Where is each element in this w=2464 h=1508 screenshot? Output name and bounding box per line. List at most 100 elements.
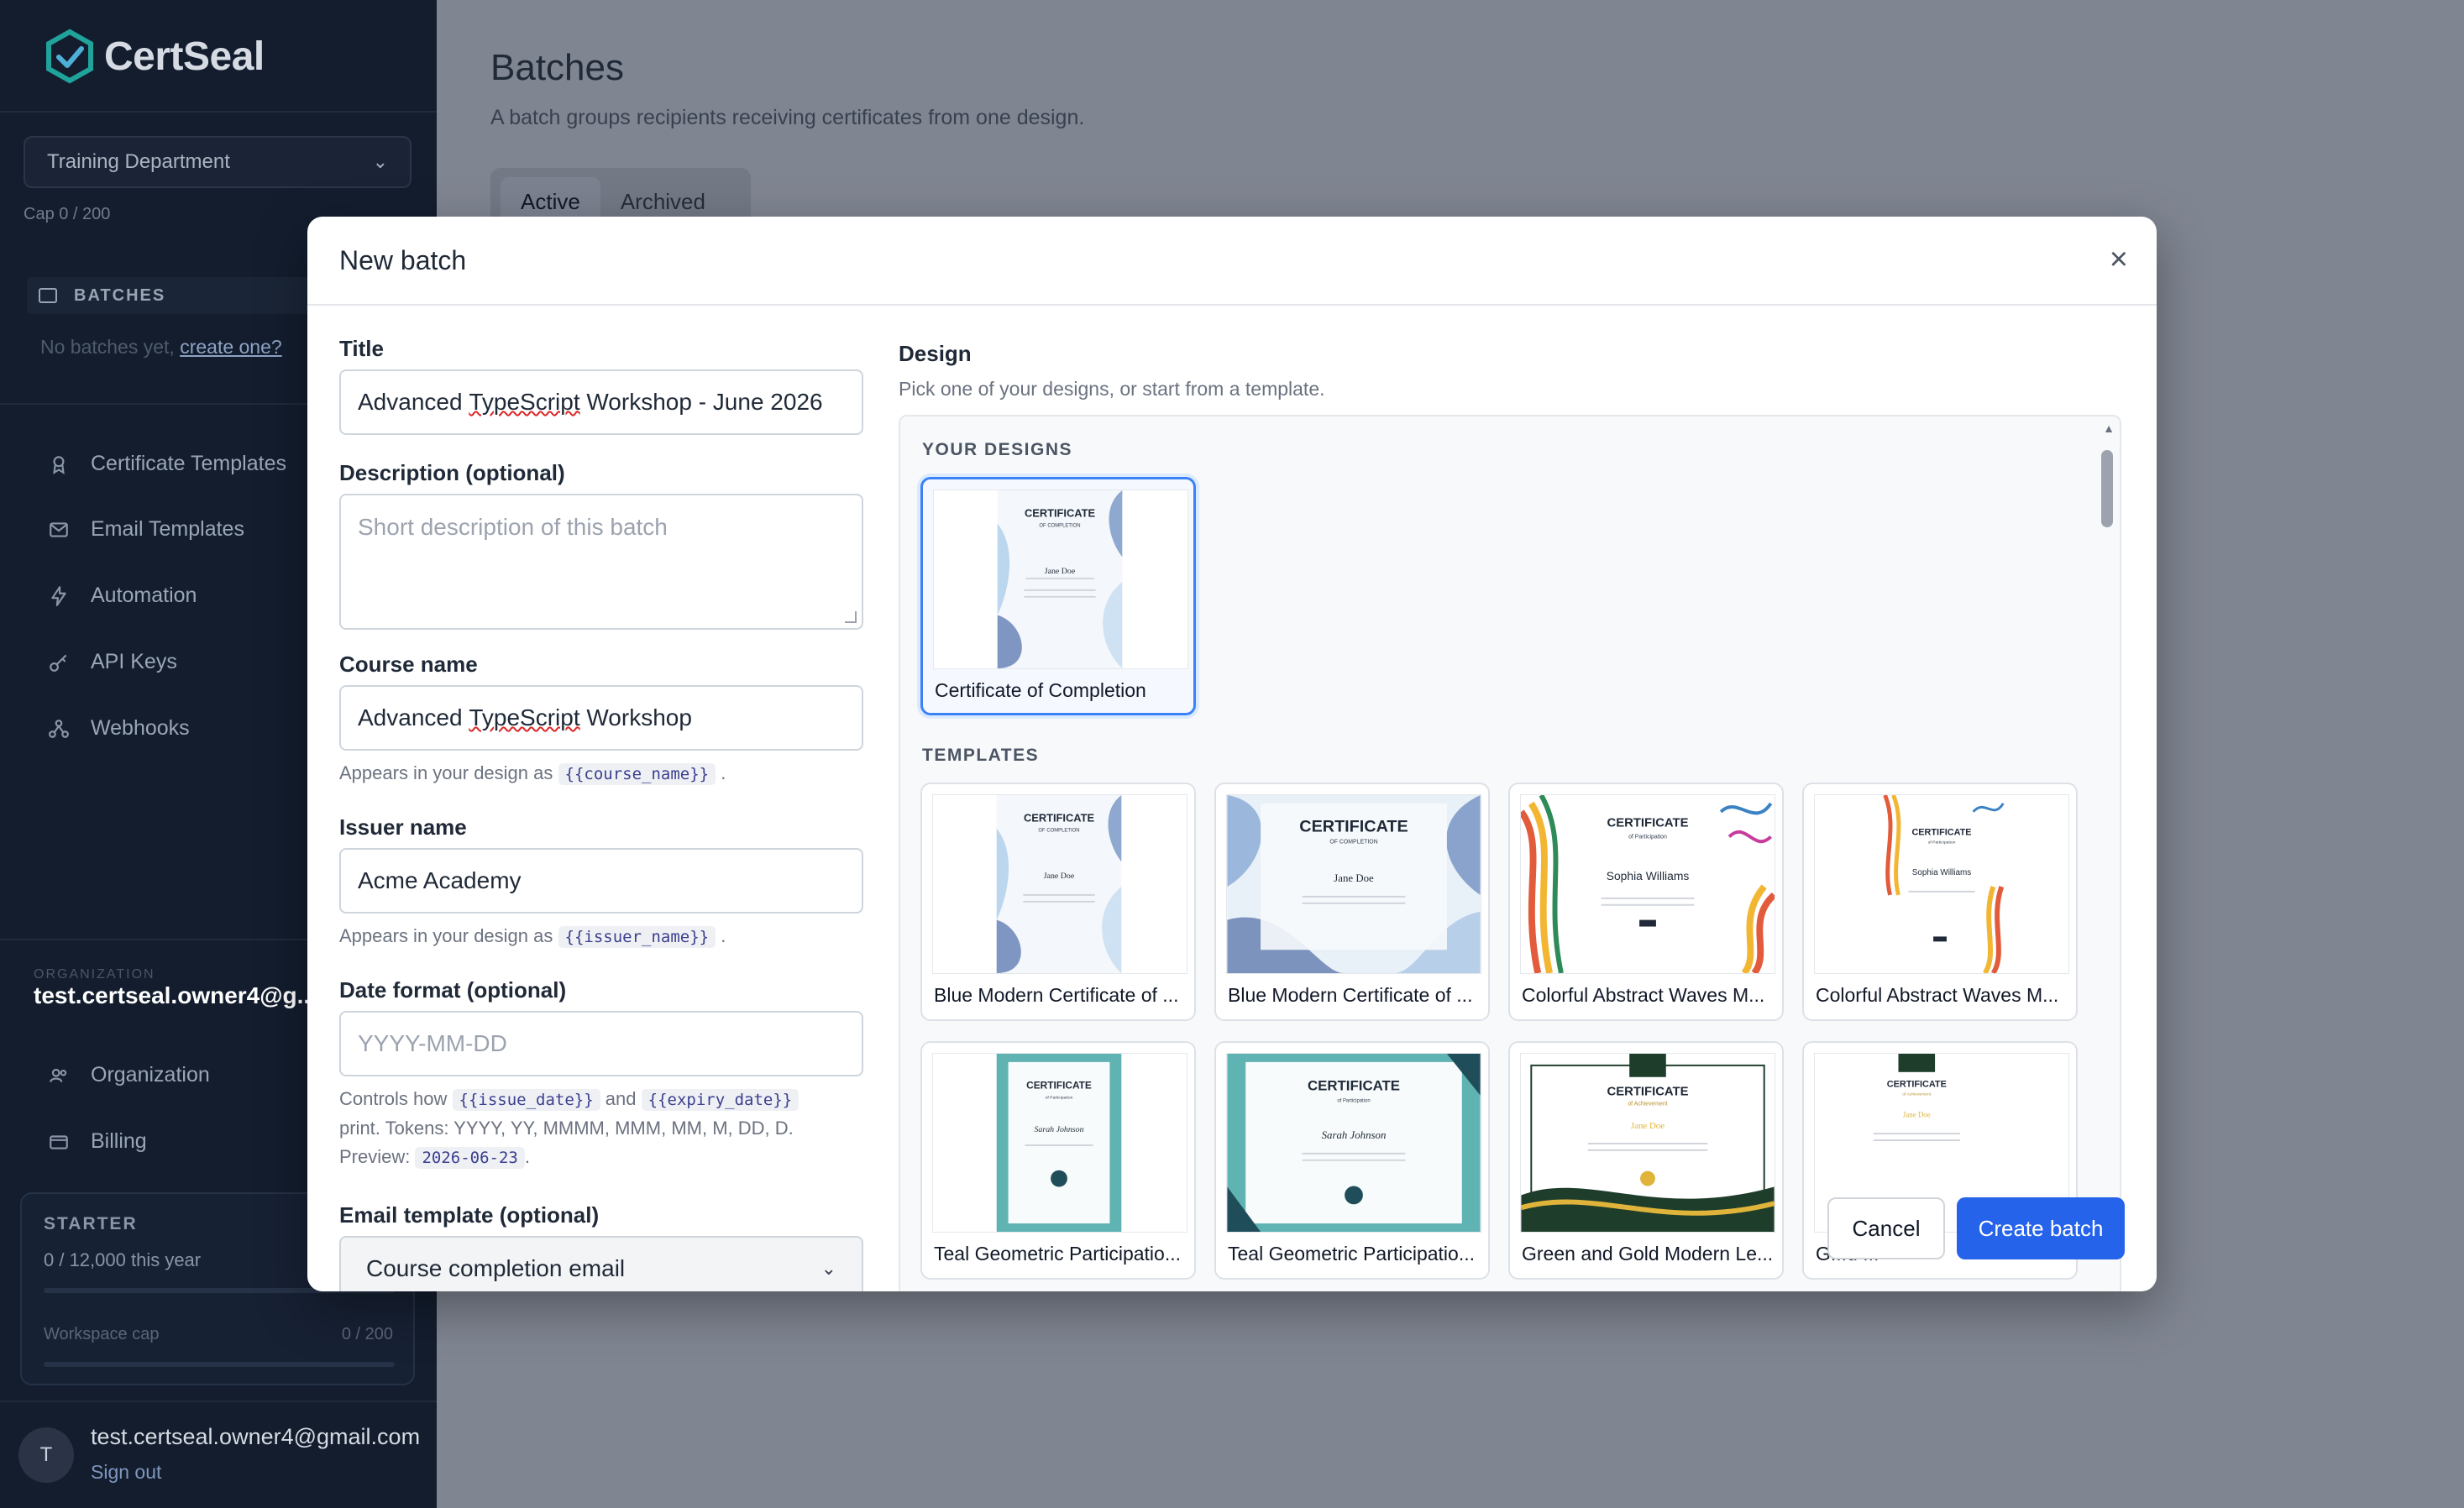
plan-name: STARTER: [44, 1214, 138, 1233]
cancel-button[interactable]: Cancel: [1827, 1197, 1945, 1259]
nav-billing[interactable]: Billing: [47, 1129, 147, 1154]
workspace-cap-text: Cap 0 / 200: [24, 205, 111, 223]
design-card-name: Certificate of Completion: [935, 679, 1146, 701]
thumb-name: Jane Doe: [1334, 872, 1374, 884]
design-scroll-panel[interactable]: YOUR DESIGNS CERTIFICATE OF COMPLETION J…: [899, 415, 2121, 1291]
help-text: Appears in your design as: [339, 762, 553, 783]
date-format-input[interactable]: YYYY-MM-DD: [339, 1011, 863, 1076]
users-icon: [47, 1064, 71, 1087]
shield-check-icon: [46, 29, 93, 84]
workspace-cap-value: 0 / 200: [341, 1325, 393, 1343]
title-value-misspelled: TypeScript: [469, 389, 580, 415]
certificate-thumbnail: CERTIFICATE of Participation Sophia Will…: [1814, 794, 2069, 974]
course-token: {{course_name}}: [558, 763, 716, 785]
template-card[interactable]: CERTIFICATE of Participation Sarah Johns…: [920, 1041, 1196, 1280]
user-email: test.certseal.owner4@gmail.com: [91, 1424, 421, 1449]
scrollbar-thumb[interactable]: [2101, 450, 2113, 527]
date-format-label: Date format (optional): [339, 977, 567, 1003]
expiry-date-token: {{expiry_date}}: [641, 1089, 799, 1111]
nav-api-keys[interactable]: API Keys: [47, 650, 177, 674]
avatar[interactable]: T: [18, 1427, 74, 1483]
nav-webhooks[interactable]: Webhooks: [47, 716, 190, 741]
template-card-name: Blue Modern Certificate of ...: [934, 984, 1179, 1006]
certificate-thumbnail: CERTIFICATE of Participation Sarah Johns…: [932, 1053, 1187, 1233]
thumb-title: CERTIFICATE: [1911, 828, 1971, 838]
certificate-thumbnail: CERTIFICATE OF COMPLETION Jane Doe: [933, 490, 1188, 669]
certificate-thumbnail: CERTIFICATE of Achievement Jane Doe: [1520, 1053, 1775, 1233]
date-preview: 2026-06-23: [415, 1147, 525, 1169]
template-card-name: Teal Geometric Participatio...: [934, 1243, 1182, 1265]
card-icon: [47, 1130, 71, 1154]
certificate-thumbnail: CERTIFICATE OF COMPLETION Jane Doe: [932, 794, 1187, 974]
template-card[interactable]: CERTIFICATE of Participation Sophia Will…: [1802, 783, 2078, 1021]
thumb-name: Jane Doe: [1903, 1110, 1931, 1118]
scroll-down-icon[interactable]: ▼: [2103, 1288, 2115, 1291]
nav-label: Organization: [91, 1063, 210, 1086]
brand-logo[interactable]: CertSeal: [42, 29, 265, 84]
thumb-title: CERTIFICATE: [1025, 507, 1095, 520]
mail-icon: [47, 518, 71, 542]
description-placeholder: Short description of this batch: [358, 514, 668, 540]
resize-handle-icon[interactable]: [845, 611, 857, 623]
template-card[interactable]: CERTIFICATE OF COMPLETION Jane Doe Blue …: [920, 783, 1196, 1021]
issuer-token: {{issuer_name}}: [558, 926, 716, 948]
department-select[interactable]: Training Department ⌄: [24, 136, 412, 188]
template-card-name: Teal Geometric Participatio...: [1228, 1243, 1476, 1265]
help-text: and: [605, 1088, 637, 1109]
no-batches-text: No batches yet,: [40, 336, 175, 358]
description-textarea[interactable]: Short description of this batch: [339, 494, 863, 630]
title-input[interactable]: Advanced TypeScript Workshop - June 2026: [339, 369, 863, 435]
design-title: Design: [899, 341, 972, 366]
create-batch-link[interactable]: create one?: [180, 336, 281, 358]
sign-out-link[interactable]: Sign out: [91, 1461, 161, 1484]
template-card[interactable]: CERTIFICATE OF COMPLETION Jane Doe Blue …: [1214, 783, 1490, 1021]
divider: [0, 111, 437, 113]
divider: [0, 1401, 437, 1402]
help-text: print. Tokens: YYYY, YY, MMMM, MMM, MM, …: [339, 1118, 794, 1139]
template-card[interactable]: CERTIFICATE of Participation Sarah Johns…: [1214, 1041, 1490, 1280]
thumb-subtitle: OF COMPLETION: [1039, 524, 1080, 529]
thumb-subtitle: of Participation: [1928, 840, 1956, 845]
create-batch-button[interactable]: Create batch: [1957, 1197, 2125, 1259]
thumb-name: Sophia Williams: [1912, 868, 1971, 877]
nav-automation[interactable]: Automation: [47, 584, 197, 608]
thumb-title: CERTIFICATE: [1024, 812, 1094, 825]
chevron-down-icon: ⌄: [820, 1258, 836, 1279]
thumb-title: CERTIFICATE: [1887, 1080, 1947, 1090]
thumb-title: CERTIFICATE: [1607, 817, 1688, 830]
thumb-subtitle: of Participation: [1628, 835, 1667, 840]
email-template-select[interactable]: Course completion email ⌄: [339, 1236, 863, 1291]
title-field-label: Title: [339, 336, 384, 361]
thumb-title: CERTIFICATE: [1299, 818, 1408, 836]
issuer-help-text: Appears in your design as {{issuer_name}…: [339, 925, 726, 948]
folder-icon: [39, 288, 57, 303]
template-card-name: Blue Modern Certificate of ...: [1228, 984, 1473, 1006]
template-card[interactable]: CERTIFICATE of Participation Sophia Will…: [1508, 783, 1784, 1021]
thumb-subtitle: of Participation: [1337, 1098, 1370, 1103]
nav-organization[interactable]: Organization: [47, 1063, 210, 1087]
new-batch-modal: New batch × Title Advanced TypeScript Wo…: [307, 217, 2157, 1291]
form-area: Title Advanced TypeScript Workshop - Jun…: [339, 306, 863, 1291]
thumb-subtitle: OF COMPLETION: [1329, 839, 1377, 845]
help-text: Preview:: [339, 1146, 411, 1167]
email-template-value: Course completion email: [366, 1255, 626, 1281]
organization-email: test.certseal.owner4@g...: [34, 982, 317, 1008]
design-card-selected[interactable]: CERTIFICATE OF COMPLETION Jane Doe Certi…: [920, 477, 1196, 715]
template-card-name: Green and Gold Modern Le...: [1522, 1243, 1774, 1265]
course-name-input[interactable]: Advanced TypeScript Workshop: [339, 685, 863, 751]
issuer-field-label: Issuer name: [339, 814, 467, 840]
design-picker: Design Pick one of your designs, or star…: [899, 306, 2130, 1291]
modal-title: New batch: [339, 245, 467, 275]
template-card[interactable]: CERTIFICATE of Achievement Jane Doe Gree…: [1508, 1041, 1784, 1280]
issuer-name-input[interactable]: Acme Academy: [339, 848, 863, 914]
thumb-subtitle: of Achievement: [1902, 1092, 1931, 1097]
date-placeholder: YYYY-MM-DD: [358, 1030, 507, 1056]
thumb-name: Sophia Williams: [1607, 869, 1690, 882]
scroll-up-icon[interactable]: ▲: [2103, 422, 2115, 435]
nav-certificate-templates[interactable]: Certificate Templates: [47, 452, 286, 476]
modal-header: New batch ×: [307, 217, 2157, 306]
key-icon: [47, 651, 71, 674]
thumb-subtitle: of Achievement: [1628, 1101, 1667, 1107]
close-icon[interactable]: ×: [2110, 242, 2128, 278]
nav-email-templates[interactable]: Email Templates: [47, 517, 244, 542]
